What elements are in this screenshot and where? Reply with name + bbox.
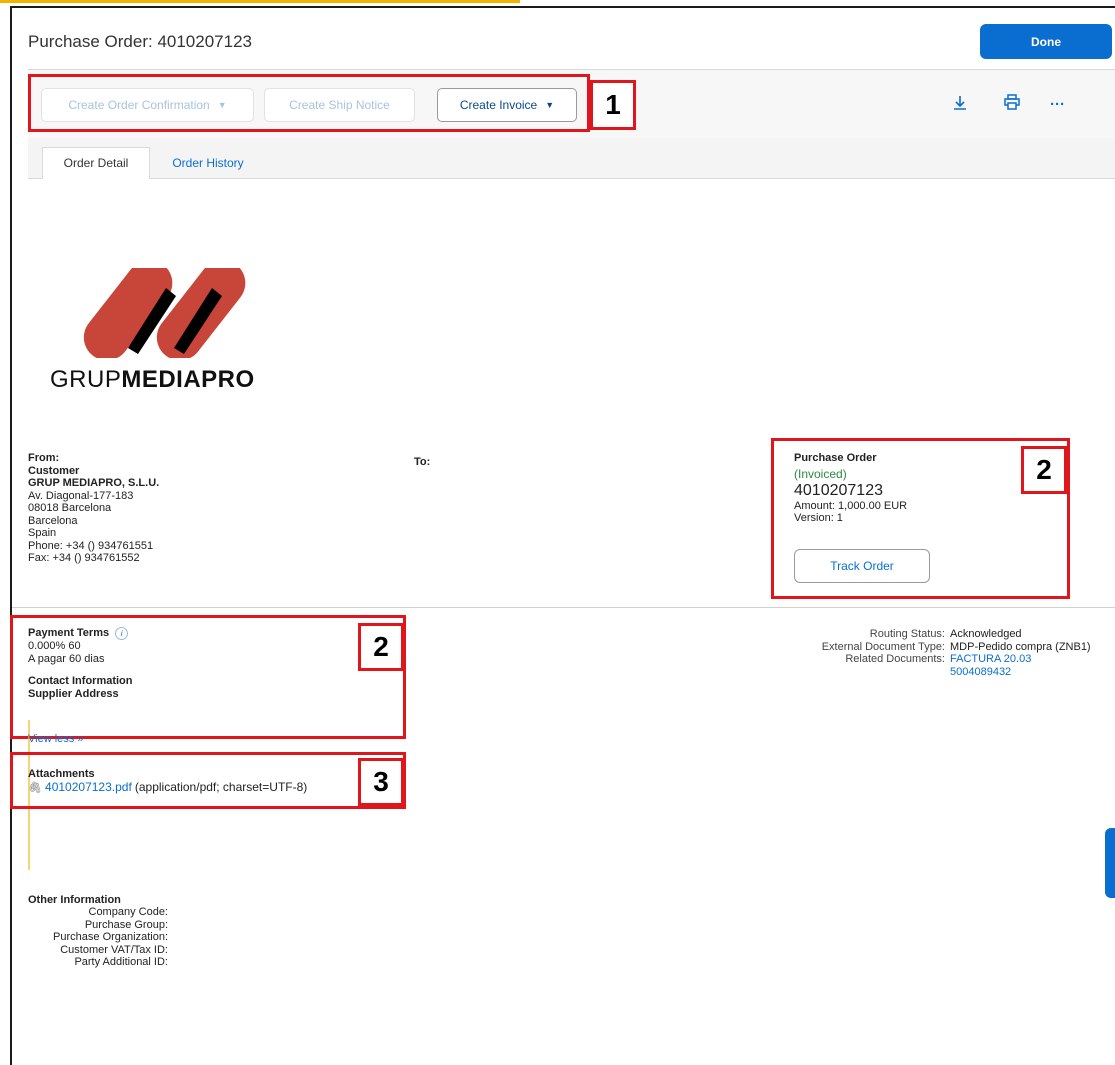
po-heading: Purchase Order: [794, 452, 877, 464]
paperclip-icon: 🖇: [28, 781, 42, 794]
page-title: Purchase Order: 4010207123: [28, 32, 252, 51]
track-order-button[interactable]: Track Order: [794, 549, 930, 583]
payment-terms-title: Payment Terms: [28, 627, 110, 639]
po-amount: Amount: 1,000.00 EUR: [794, 499, 908, 512]
callout-box-1: [28, 74, 590, 132]
payment-terms: Payment Terms i 0.000% 60 A pagar 60 dia…: [28, 627, 133, 700]
tab-order-history[interactable]: Order History: [156, 147, 260, 179]
tab-order-detail[interactable]: Order Detail: [42, 147, 150, 179]
routing-labels: Routing Status: External Document Type: …: [760, 628, 945, 666]
done-button[interactable]: Done: [980, 24, 1112, 59]
to-label: To:: [414, 456, 431, 468]
download-icon[interactable]: [953, 95, 967, 115]
field-label: Customer VAT/Tax ID:: [60, 943, 168, 956]
from-label: From:: [28, 452, 60, 464]
address-line: 08018 Barcelona: [28, 502, 112, 514]
print-icon[interactable]: [1004, 94, 1020, 114]
payment-terms-line: 0.000% 60: [28, 640, 81, 652]
related-documents-label: Related Documents:: [845, 653, 945, 665]
contact-information-title: Contact Information: [28, 675, 133, 687]
side-panel-handle[interactable]: [1105, 828, 1115, 898]
from-company: GRUP MEDIAPRO, S.L.U.: [28, 477, 160, 489]
routing-status-value: Acknowledged: [950, 628, 1022, 640]
po-version: Version: 1: [794, 512, 843, 524]
callout-number-3: 3: [358, 758, 404, 806]
routing-values: Acknowledged MDP-Pedido compra (ZNB1) FA…: [950, 628, 1091, 678]
po-summary: Purchase Order (Invoiced) 4010207123 Amo…: [794, 452, 907, 525]
attachments: Attachments 🖇 4010207123.pdf (applicatio…: [28, 768, 307, 794]
related-document-link[interactable]: FACTURA 20.03: [950, 653, 1091, 666]
from-address: From: Customer GRUP MEDIAPRO, S.L.U. Av.…: [28, 452, 159, 565]
payment-terms-line: A pagar 60 dias: [28, 652, 105, 665]
external-doc-type-label: External Document Type:: [821, 640, 945, 653]
callout-number-2a: 2: [1021, 446, 1067, 494]
address-line: Barcelona: [28, 514, 78, 527]
section-divider: [12, 607, 1115, 608]
fax-line: Fax: +34 () 934761552: [28, 552, 140, 564]
from-role: Customer: [28, 464, 80, 477]
company-logo: [72, 260, 272, 363]
info-icon[interactable]: i: [115, 627, 129, 640]
more-icon[interactable]: ···: [1050, 96, 1065, 113]
phone-line: Phone: +34 () 934761551: [28, 539, 154, 552]
routing-status-label: Routing Status:: [869, 628, 945, 640]
field-label: Company Code:: [88, 906, 169, 918]
address-line: Av. Diagonal-177-183: [28, 489, 134, 502]
logo-wordmark: GRUPMEDIAPRO: [50, 366, 255, 394]
view-less-link[interactable]: View less »: [28, 733, 83, 746]
field-label: Purchase Organization:: [53, 931, 168, 943]
logo-text-mediapro: MEDIAPRO: [121, 366, 255, 393]
other-information-title: Other Information: [28, 894, 121, 906]
callout-number-2b: 2: [358, 623, 404, 671]
related-document-link[interactable]: 5004089432: [950, 666, 1091, 679]
field-label: Purchase Group:: [84, 918, 168, 931]
field-label: Party Additional ID:: [74, 956, 168, 968]
logo-text-grup: GRUP: [50, 366, 122, 393]
attachment-mime: (application/pdf; charset=UTF-8): [134, 779, 308, 794]
callout-number-1: 1: [590, 80, 636, 130]
attachment-link[interactable]: 4010207123.pdf: [45, 780, 132, 794]
po-number: 4010207123: [794, 481, 883, 499]
other-information-fields: Company Code: Purchase Group: Purchase O…: [28, 906, 168, 969]
supplier-address-title: Supplier Address: [28, 687, 119, 700]
po-status: (Invoiced): [794, 466, 847, 481]
external-doc-type-value: MDP-Pedido compra (ZNB1): [950, 640, 1091, 653]
other-information: Other Information: [28, 894, 121, 907]
top-accent-strip: [0, 0, 520, 3]
address-line: Spain: [28, 527, 57, 539]
